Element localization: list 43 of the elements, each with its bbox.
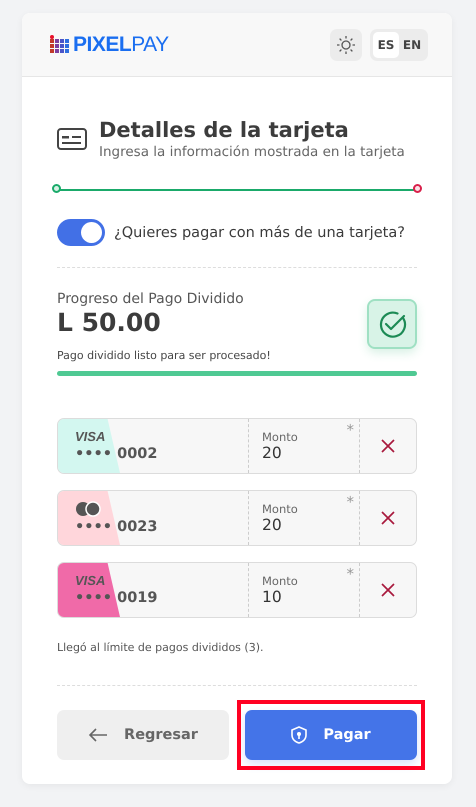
- limit-note: Llegó al límite de pagos divididos (3).: [57, 641, 264, 654]
- step-dot: [52, 184, 61, 193]
- progress-amount: L 50.00: [57, 307, 162, 339]
- card-number: •••• 0023: [75, 519, 158, 535]
- progress-label: Progreso del Pago Dividido: [57, 291, 245, 307]
- amount-field[interactable]: Monto 20 *: [248, 419, 360, 473]
- logo-text: PIXELPAY: [73, 32, 169, 56]
- toggle-switch[interactable]: [57, 219, 105, 246]
- arrow-left-icon: [88, 728, 108, 742]
- amount-label: Monto: [262, 502, 299, 516]
- amount-field[interactable]: Monto 20 *: [248, 491, 360, 545]
- language-option[interactable]: EN: [399, 32, 425, 58]
- theme-toggle-button[interactable]: [330, 28, 362, 60]
- section-subtitle: Ingresa la información mostrada en la tarjeta: [99, 143, 405, 161]
- logo-icon: [50, 35, 70, 54]
- check-circle-icon: [377, 308, 407, 338]
- id-card-icon: [57, 127, 87, 151]
- card-brand: VISA: [75, 574, 106, 588]
- amount-label: Monto: [262, 430, 299, 444]
- required-mark: *: [346, 565, 354, 583]
- amount-value: 20: [262, 516, 283, 534]
- amount-value: 20: [262, 444, 283, 462]
- card-number: •••• 0002: [75, 446, 158, 462]
- shield-icon: [291, 726, 308, 744]
- progress-message: Pago dividido listo para ser procesado!: [57, 349, 271, 362]
- back-button[interactable]: Regresar: [57, 710, 229, 760]
- language-option[interactable]: ES: [373, 32, 399, 58]
- close-icon: [381, 511, 395, 525]
- card-brand: VISA: [75, 430, 106, 444]
- sun-icon: [336, 34, 356, 54]
- amount-label: Monto: [262, 574, 299, 588]
- amount-value: 10: [262, 588, 283, 606]
- close-icon: [381, 439, 395, 453]
- toggle-label: ¿Quieres pagar con más de una tarjeta?: [114, 224, 405, 240]
- amount-field[interactable]: Monto 10 *: [248, 563, 360, 617]
- required-mark: *: [346, 421, 354, 439]
- close-icon: [381, 583, 395, 597]
- section-title: Detalles de la tarjeta: [99, 117, 350, 143]
- card-brand-icon: [75, 501, 101, 517]
- required-mark: *: [346, 493, 354, 511]
- step-dot: [413, 184, 422, 193]
- pay-button[interactable]: Pagar: [245, 710, 417, 760]
- card-number: •••• 0019: [75, 590, 158, 606]
